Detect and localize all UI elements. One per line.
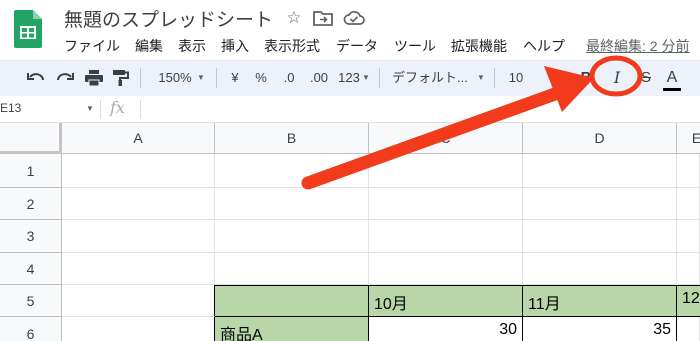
document-title[interactable]: 無題のスプレッドシート <box>64 5 273 32</box>
font-select[interactable]: デフォルト... <box>392 66 470 90</box>
cell[interactable] <box>523 188 677 220</box>
cell[interactable] <box>369 253 523 285</box>
cell-d5[interactable]: 11月 <box>523 285 677 317</box>
menu-data[interactable]: データ <box>336 36 378 56</box>
cell[interactable] <box>62 317 215 341</box>
row-header-2[interactable]: 2 <box>0 188 62 220</box>
cell[interactable] <box>369 188 523 220</box>
row-header-3[interactable]: 3 <box>0 220 62 253</box>
undo-icon[interactable] <box>26 69 46 87</box>
cell[interactable] <box>677 154 700 188</box>
move-to-folder-icon[interactable] <box>313 9 333 27</box>
fx-icon: fx <box>110 98 125 117</box>
bold-button[interactable]: B <box>580 66 592 90</box>
cell[interactable] <box>677 253 700 285</box>
column-header-e[interactable]: E <box>677 123 700 154</box>
cell-c5[interactable]: 10月 <box>369 285 523 317</box>
strikethrough-icon: S <box>640 69 651 86</box>
cell[interactable] <box>62 188 215 220</box>
italic-button[interactable]: I <box>610 66 624 90</box>
cell[interactable] <box>62 253 215 285</box>
name-box-dropdown-icon[interactable]: ▼ <box>86 104 94 113</box>
name-box[interactable]: E13 <box>0 101 21 115</box>
cell-c6[interactable]: 30 <box>369 317 523 341</box>
menu-format[interactable]: 表示形式 <box>264 36 320 56</box>
cell[interactable] <box>677 317 700 341</box>
column-header-a[interactable]: A <box>62 123 215 154</box>
cell[interactable] <box>215 188 369 220</box>
text-color-button[interactable]: A <box>664 66 680 90</box>
zoom-dropdown-icon[interactable]: ▼ <box>197 66 205 90</box>
cell[interactable] <box>523 253 677 285</box>
more-formats-button[interactable]: 123 <box>338 66 360 90</box>
menu-insert[interactable]: 挿入 <box>221 36 249 56</box>
formula-divider <box>140 100 141 119</box>
more-formats-dropdown-icon[interactable]: ▼ <box>362 66 370 90</box>
column-header-d[interactable]: D <box>523 123 677 154</box>
cell[interactable] <box>215 220 369 253</box>
cell[interactable] <box>677 188 700 220</box>
italic-icon: I <box>613 68 621 87</box>
row-header-5[interactable]: 5 <box>0 285 62 317</box>
cell[interactable] <box>62 154 215 188</box>
menu-tools[interactable]: ツール <box>394 36 436 56</box>
percent-format-button[interactable]: % <box>254 66 268 90</box>
strikethrough-button[interactable]: S <box>640 66 652 90</box>
row-header-1[interactable]: 1 <box>0 154 62 188</box>
select-all-corner[interactable] <box>0 123 62 154</box>
last-edit-link[interactable]: 最終編集: 2 分前 <box>586 36 689 56</box>
cell[interactable] <box>62 220 215 253</box>
cell[interactable] <box>62 285 215 317</box>
row-header-6[interactable]: 6 <box>0 317 62 341</box>
zoom-select[interactable]: 150% <box>157 66 193 90</box>
toolbar-separator <box>216 68 217 88</box>
menu-file[interactable]: ファイル <box>64 36 120 56</box>
row-header-4[interactable]: 4 <box>0 253 62 285</box>
paint-format-icon[interactable] <box>112 69 130 87</box>
toolbar-separator <box>140 68 141 88</box>
cell[interactable] <box>215 253 369 285</box>
cell[interactable] <box>523 154 677 188</box>
formula-input[interactable] <box>142 97 700 122</box>
currency-format-button[interactable]: ¥ <box>228 66 242 90</box>
cell[interactable] <box>523 220 677 253</box>
cell-d6[interactable]: 35 <box>523 317 677 341</box>
cell[interactable] <box>677 220 700 253</box>
formula-divider <box>100 100 101 119</box>
cell-b5[interactable] <box>215 285 369 317</box>
sheets-logo-icon[interactable] <box>14 10 42 48</box>
text-color-icon: A <box>666 69 678 86</box>
increase-decimal-button[interactable]: .00 <box>308 66 330 90</box>
text-color-swatch <box>663 88 681 91</box>
redo-icon[interactable] <box>55 69 75 87</box>
menu-help[interactable]: ヘルプ <box>523 36 565 56</box>
cell-e5[interactable]: 12 <box>677 285 700 317</box>
menu-view[interactable]: 表示 <box>178 36 206 56</box>
font-dropdown-icon[interactable]: ▼ <box>477 66 485 90</box>
font-size-select[interactable]: 10 <box>506 66 526 90</box>
print-icon[interactable] <box>84 69 104 87</box>
column-header-b[interactable]: B <box>215 123 369 154</box>
cell[interactable] <box>369 154 523 188</box>
bold-icon: B <box>580 69 592 86</box>
cell[interactable] <box>369 220 523 253</box>
toolbar-separator <box>379 68 380 88</box>
spreadsheet-window: 無題のスプレッドシート ☆ ファイル 編集 表示 挿入 表示形式 データ ツール… <box>0 0 700 341</box>
star-icon[interactable]: ☆ <box>283 7 305 29</box>
decrease-decimal-button[interactable]: .0 <box>280 66 298 90</box>
cloud-saved-icon[interactable] <box>343 9 365 27</box>
menu-edit[interactable]: 編集 <box>135 36 163 56</box>
toolbar-separator <box>494 68 495 88</box>
cell-b6[interactable]: 商品A <box>215 317 369 341</box>
column-header-c[interactable]: C <box>369 123 523 154</box>
menu-extensions[interactable]: 拡張機能 <box>451 36 507 56</box>
cell[interactable] <box>215 154 369 188</box>
